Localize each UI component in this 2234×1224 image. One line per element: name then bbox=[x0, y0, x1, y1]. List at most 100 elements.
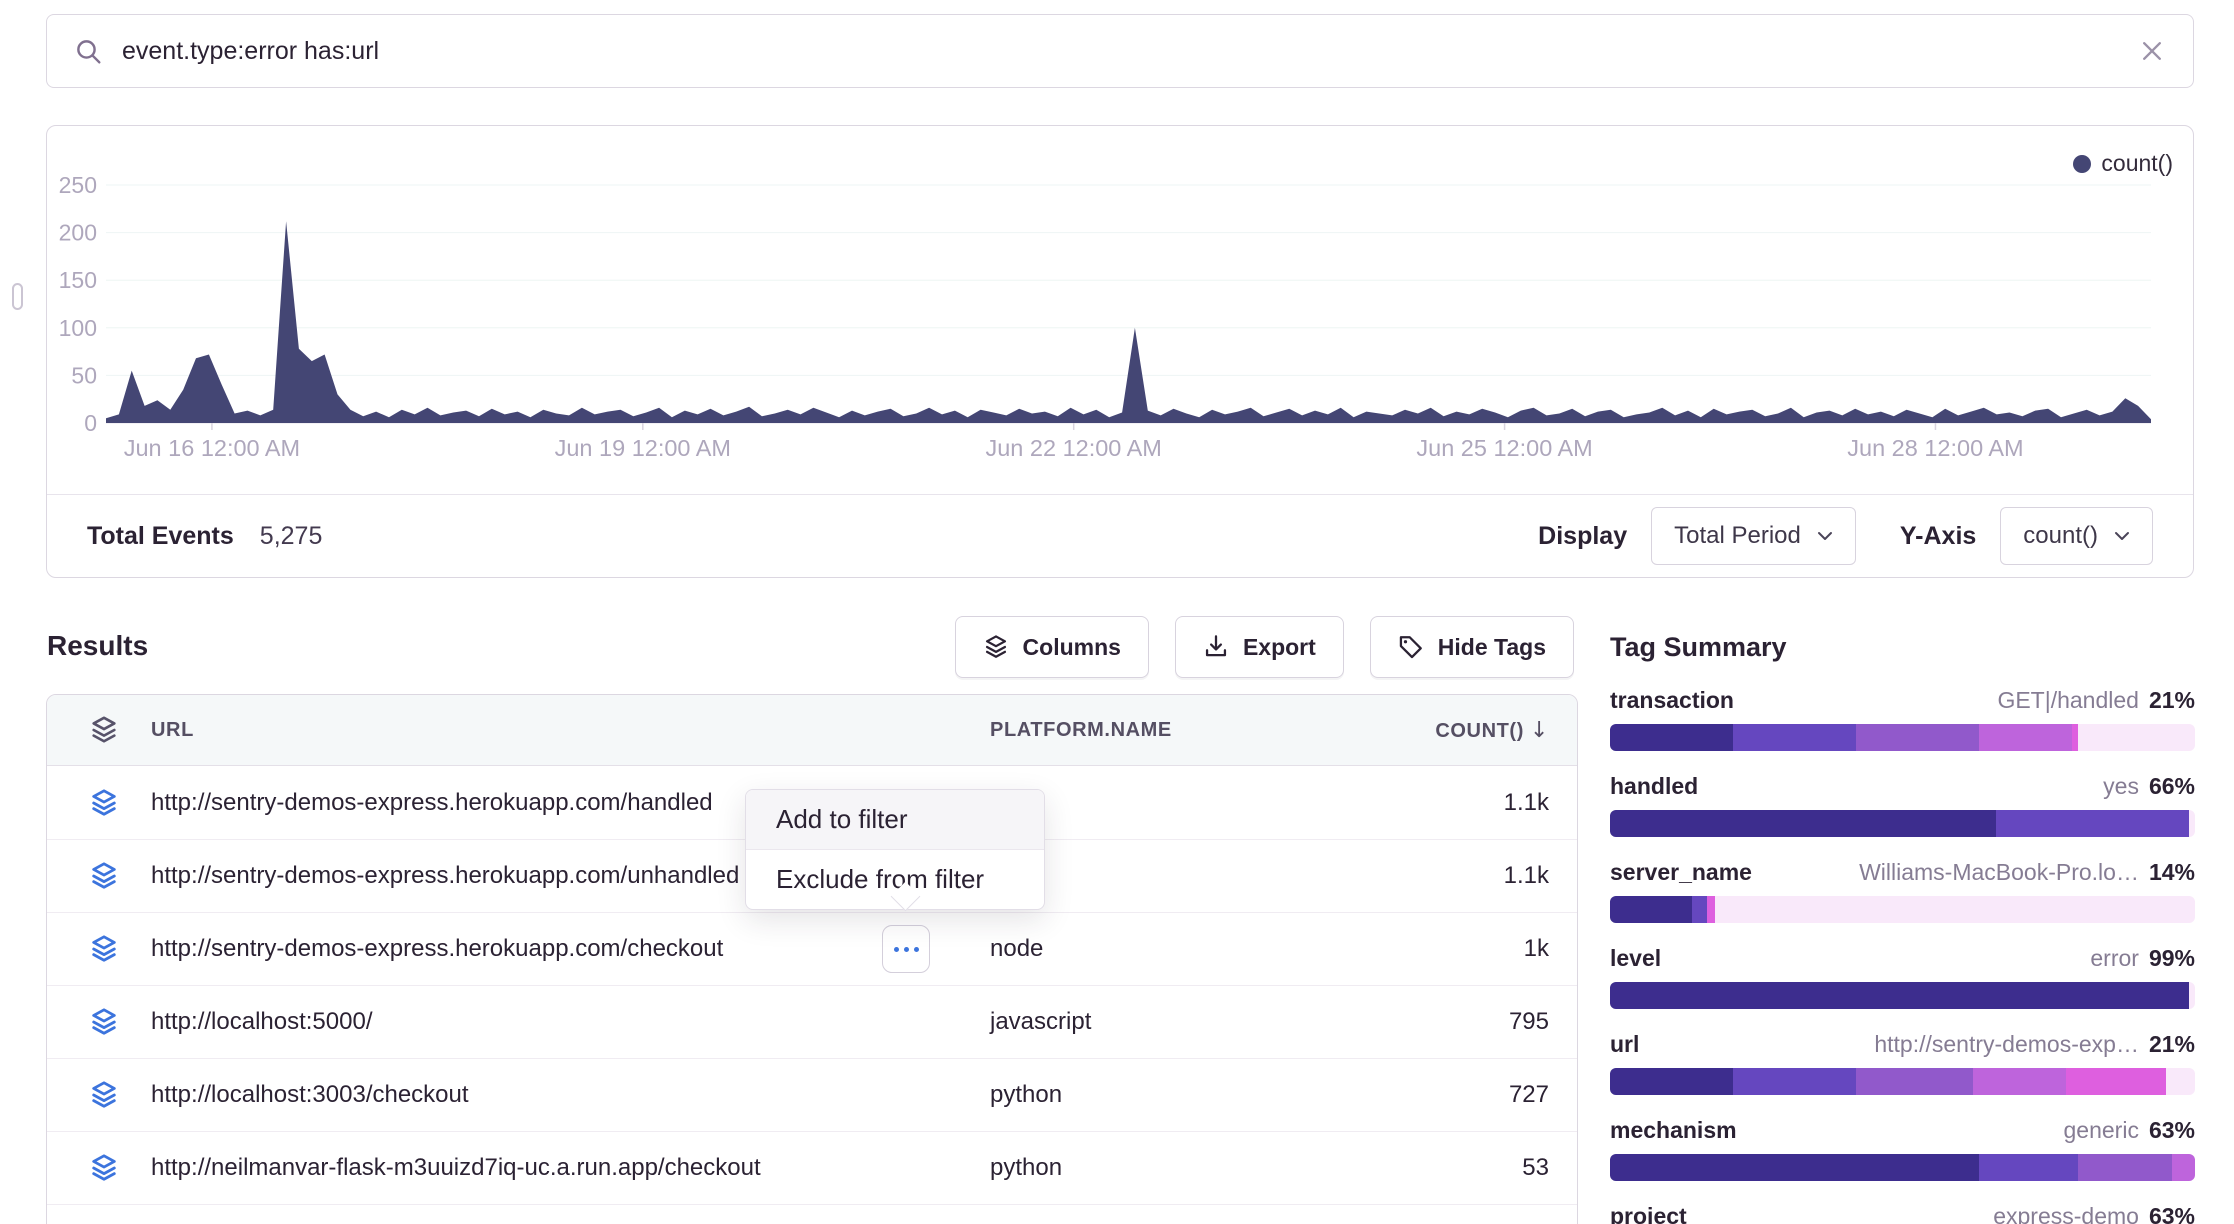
tag-top-percent: 99% bbox=[2149, 945, 2195, 972]
cell-context-menu: Add to filter Exclude from filter bbox=[745, 789, 1045, 910]
tag-summary-row: server_name Williams-MacBook-Pro.lo… 14% bbox=[1610, 859, 2195, 923]
url-cell[interactable]: http://localhost:3003/checkout bbox=[151, 1081, 469, 1109]
tag-name[interactable]: server_name bbox=[1610, 859, 1752, 886]
total-events-label: Total Events bbox=[87, 522, 234, 551]
url-cell[interactable]: http://localhost:5000/ bbox=[151, 1008, 372, 1036]
url-cell[interactable]: http://sentry-demos-express.herokuapp.co… bbox=[151, 935, 723, 963]
yaxis-label: Y-Axis bbox=[1900, 522, 1976, 551]
x-axis-tick-label: Jun 16 12:00 AM bbox=[124, 435, 300, 461]
count-cell[interactable]: 727 bbox=[1509, 1081, 1549, 1109]
events-area-chart: 050100150200250Jun 16 12:00 AMJun 19 12:… bbox=[47, 126, 2193, 466]
clear-search-icon[interactable] bbox=[2139, 38, 2165, 64]
tag-name[interactable]: project bbox=[1610, 1203, 1687, 1224]
tag-summary-title: Tag Summary bbox=[1610, 632, 2195, 663]
tag-top-value: generic bbox=[2064, 1117, 2139, 1144]
tag-distribution-bar[interactable] bbox=[1610, 1068, 2195, 1095]
table-row: http://sentry-demos-express.herokuapp.co… bbox=[47, 912, 1577, 985]
count-cell[interactable]: 1.1k bbox=[1504, 862, 1549, 890]
tag-bar-segment bbox=[1707, 896, 1716, 923]
stack-icon bbox=[89, 788, 119, 818]
tag-bar-segment bbox=[2066, 1068, 2165, 1095]
total-events-value: 5,275 bbox=[260, 522, 323, 551]
tag-icon bbox=[1398, 634, 1424, 660]
tag-summary-row: mechanism generic 63% bbox=[1610, 1117, 2195, 1181]
table-row: http://localhost:3003/checkout python 727 bbox=[47, 1058, 1577, 1131]
tag-bar-segment bbox=[1610, 1154, 1979, 1181]
tag-bar-segment bbox=[2189, 810, 2195, 837]
chevron-down-icon bbox=[1817, 531, 1833, 541]
tag-top-value: yes bbox=[2103, 773, 2139, 800]
tag-bar-segment bbox=[2166, 1068, 2195, 1095]
tag-bar-segment bbox=[1715, 896, 2195, 923]
column-header-count[interactable]: COUNT()↓ bbox=[1435, 718, 1549, 743]
table-header: URL PLATFORM.NAME COUNT()↓ bbox=[47, 695, 1577, 766]
tag-distribution-bar[interactable] bbox=[1610, 982, 2195, 1009]
tag-name[interactable]: transaction bbox=[1610, 687, 1734, 714]
yaxis-dropdown[interactable]: count() bbox=[2000, 507, 2153, 565]
tag-top-value: express-demo bbox=[1993, 1203, 2139, 1224]
tag-name[interactable]: level bbox=[1610, 945, 1661, 972]
stack-icon bbox=[89, 1153, 119, 1183]
tag-name[interactable]: handled bbox=[1610, 773, 1698, 800]
column-header-platform[interactable]: PLATFORM.NAME bbox=[990, 719, 1172, 742]
legend-label: count() bbox=[2101, 150, 2173, 177]
stack-icon[interactable] bbox=[89, 715, 119, 745]
table-row: http://neilmanvar-flask-m3uuizd7iq-uc.a.… bbox=[47, 1131, 1577, 1204]
tag-bar-segment bbox=[1979, 724, 2073, 751]
tag-bar-segment bbox=[1979, 1154, 2078, 1181]
tag-distribution-bar[interactable] bbox=[1610, 896, 2195, 923]
results-toolbar: Columns Export Hide Tags bbox=[955, 616, 1574, 678]
y-axis-tick-label: 150 bbox=[59, 267, 97, 293]
tag-bar-segment bbox=[1733, 1068, 1856, 1095]
platform-cell[interactable]: python bbox=[990, 1081, 1062, 1109]
tag-name[interactable]: url bbox=[1610, 1031, 1639, 1058]
tag-summary-row: level error 99% bbox=[1610, 945, 2195, 1009]
tag-distribution-bar[interactable] bbox=[1610, 724, 2195, 751]
tag-bar-segment bbox=[2172, 1154, 2195, 1181]
platform-cell[interactable]: javascript bbox=[990, 1008, 1091, 1036]
export-button[interactable]: Export bbox=[1175, 616, 1344, 678]
columns-button-label: Columns bbox=[1023, 634, 1121, 661]
tag-bar-segment bbox=[1856, 724, 1979, 751]
columns-button[interactable]: Columns bbox=[955, 616, 1149, 678]
platform-cell[interactable]: node bbox=[990, 935, 1043, 963]
chart-legend: count() bbox=[2073, 150, 2173, 177]
y-axis-tick-label: 100 bbox=[59, 315, 97, 341]
url-cell[interactable]: http://sentry-demos-express.herokuapp.co… bbox=[151, 862, 739, 890]
count-cell[interactable]: 795 bbox=[1509, 1008, 1549, 1036]
url-cell[interactable]: http://sentry-demos-express.herokuapp.co… bbox=[151, 789, 713, 817]
results-title: Results bbox=[47, 630, 148, 662]
tag-top-value: Williams-MacBook-Pro.lo… bbox=[1859, 859, 2139, 886]
results-table: URL PLATFORM.NAME COUNT()↓ http://sentry… bbox=[46, 694, 1578, 1224]
tag-bar-segment bbox=[2189, 982, 2195, 1009]
stack-icon bbox=[89, 1080, 119, 1110]
tag-distribution-bar[interactable] bbox=[1610, 1154, 2195, 1181]
menu-item-add-to-filter[interactable]: Add to filter bbox=[746, 790, 1044, 850]
download-icon bbox=[1203, 634, 1229, 660]
hide-tags-button[interactable]: Hide Tags bbox=[1370, 616, 1574, 678]
stack-icon bbox=[983, 634, 1009, 660]
tag-top-percent: 63% bbox=[2149, 1203, 2195, 1224]
column-header-url[interactable]: URL bbox=[151, 719, 194, 742]
tag-top-percent: 21% bbox=[2149, 687, 2195, 714]
stack-icon bbox=[89, 1007, 119, 1037]
display-dropdown[interactable]: Total Period bbox=[1651, 507, 1856, 565]
yaxis-dropdown-value: count() bbox=[2023, 522, 2098, 550]
tag-distribution-bar[interactable] bbox=[1610, 810, 2195, 837]
url-cell[interactable]: http://neilmanvar-flask-m3uuizd7iq-uc.a.… bbox=[151, 1154, 761, 1182]
count-cell[interactable]: 1.1k bbox=[1504, 789, 1549, 817]
sidebar-resize-handle[interactable] bbox=[12, 283, 23, 310]
x-axis-tick-label: Jun 19 12:00 AM bbox=[555, 435, 731, 461]
tag-bar-segment bbox=[1610, 896, 1692, 923]
tag-bar-segment bbox=[1973, 1068, 2067, 1095]
count-cell[interactable]: 53 bbox=[1522, 1154, 1549, 1182]
search-input[interactable] bbox=[120, 36, 2123, 67]
tag-summary-row: transaction GET|/handled 21% bbox=[1610, 687, 2195, 751]
tag-name[interactable]: mechanism bbox=[1610, 1117, 1737, 1144]
count-cell[interactable]: 1k bbox=[1524, 935, 1549, 963]
tag-top-value: GET|/handled bbox=[1997, 687, 2139, 714]
hide-tags-button-label: Hide Tags bbox=[1438, 634, 1546, 661]
tag-bar-segment bbox=[1692, 896, 1707, 923]
platform-cell[interactable]: python bbox=[990, 1154, 1062, 1182]
cell-actions-button[interactable] bbox=[882, 925, 930, 973]
